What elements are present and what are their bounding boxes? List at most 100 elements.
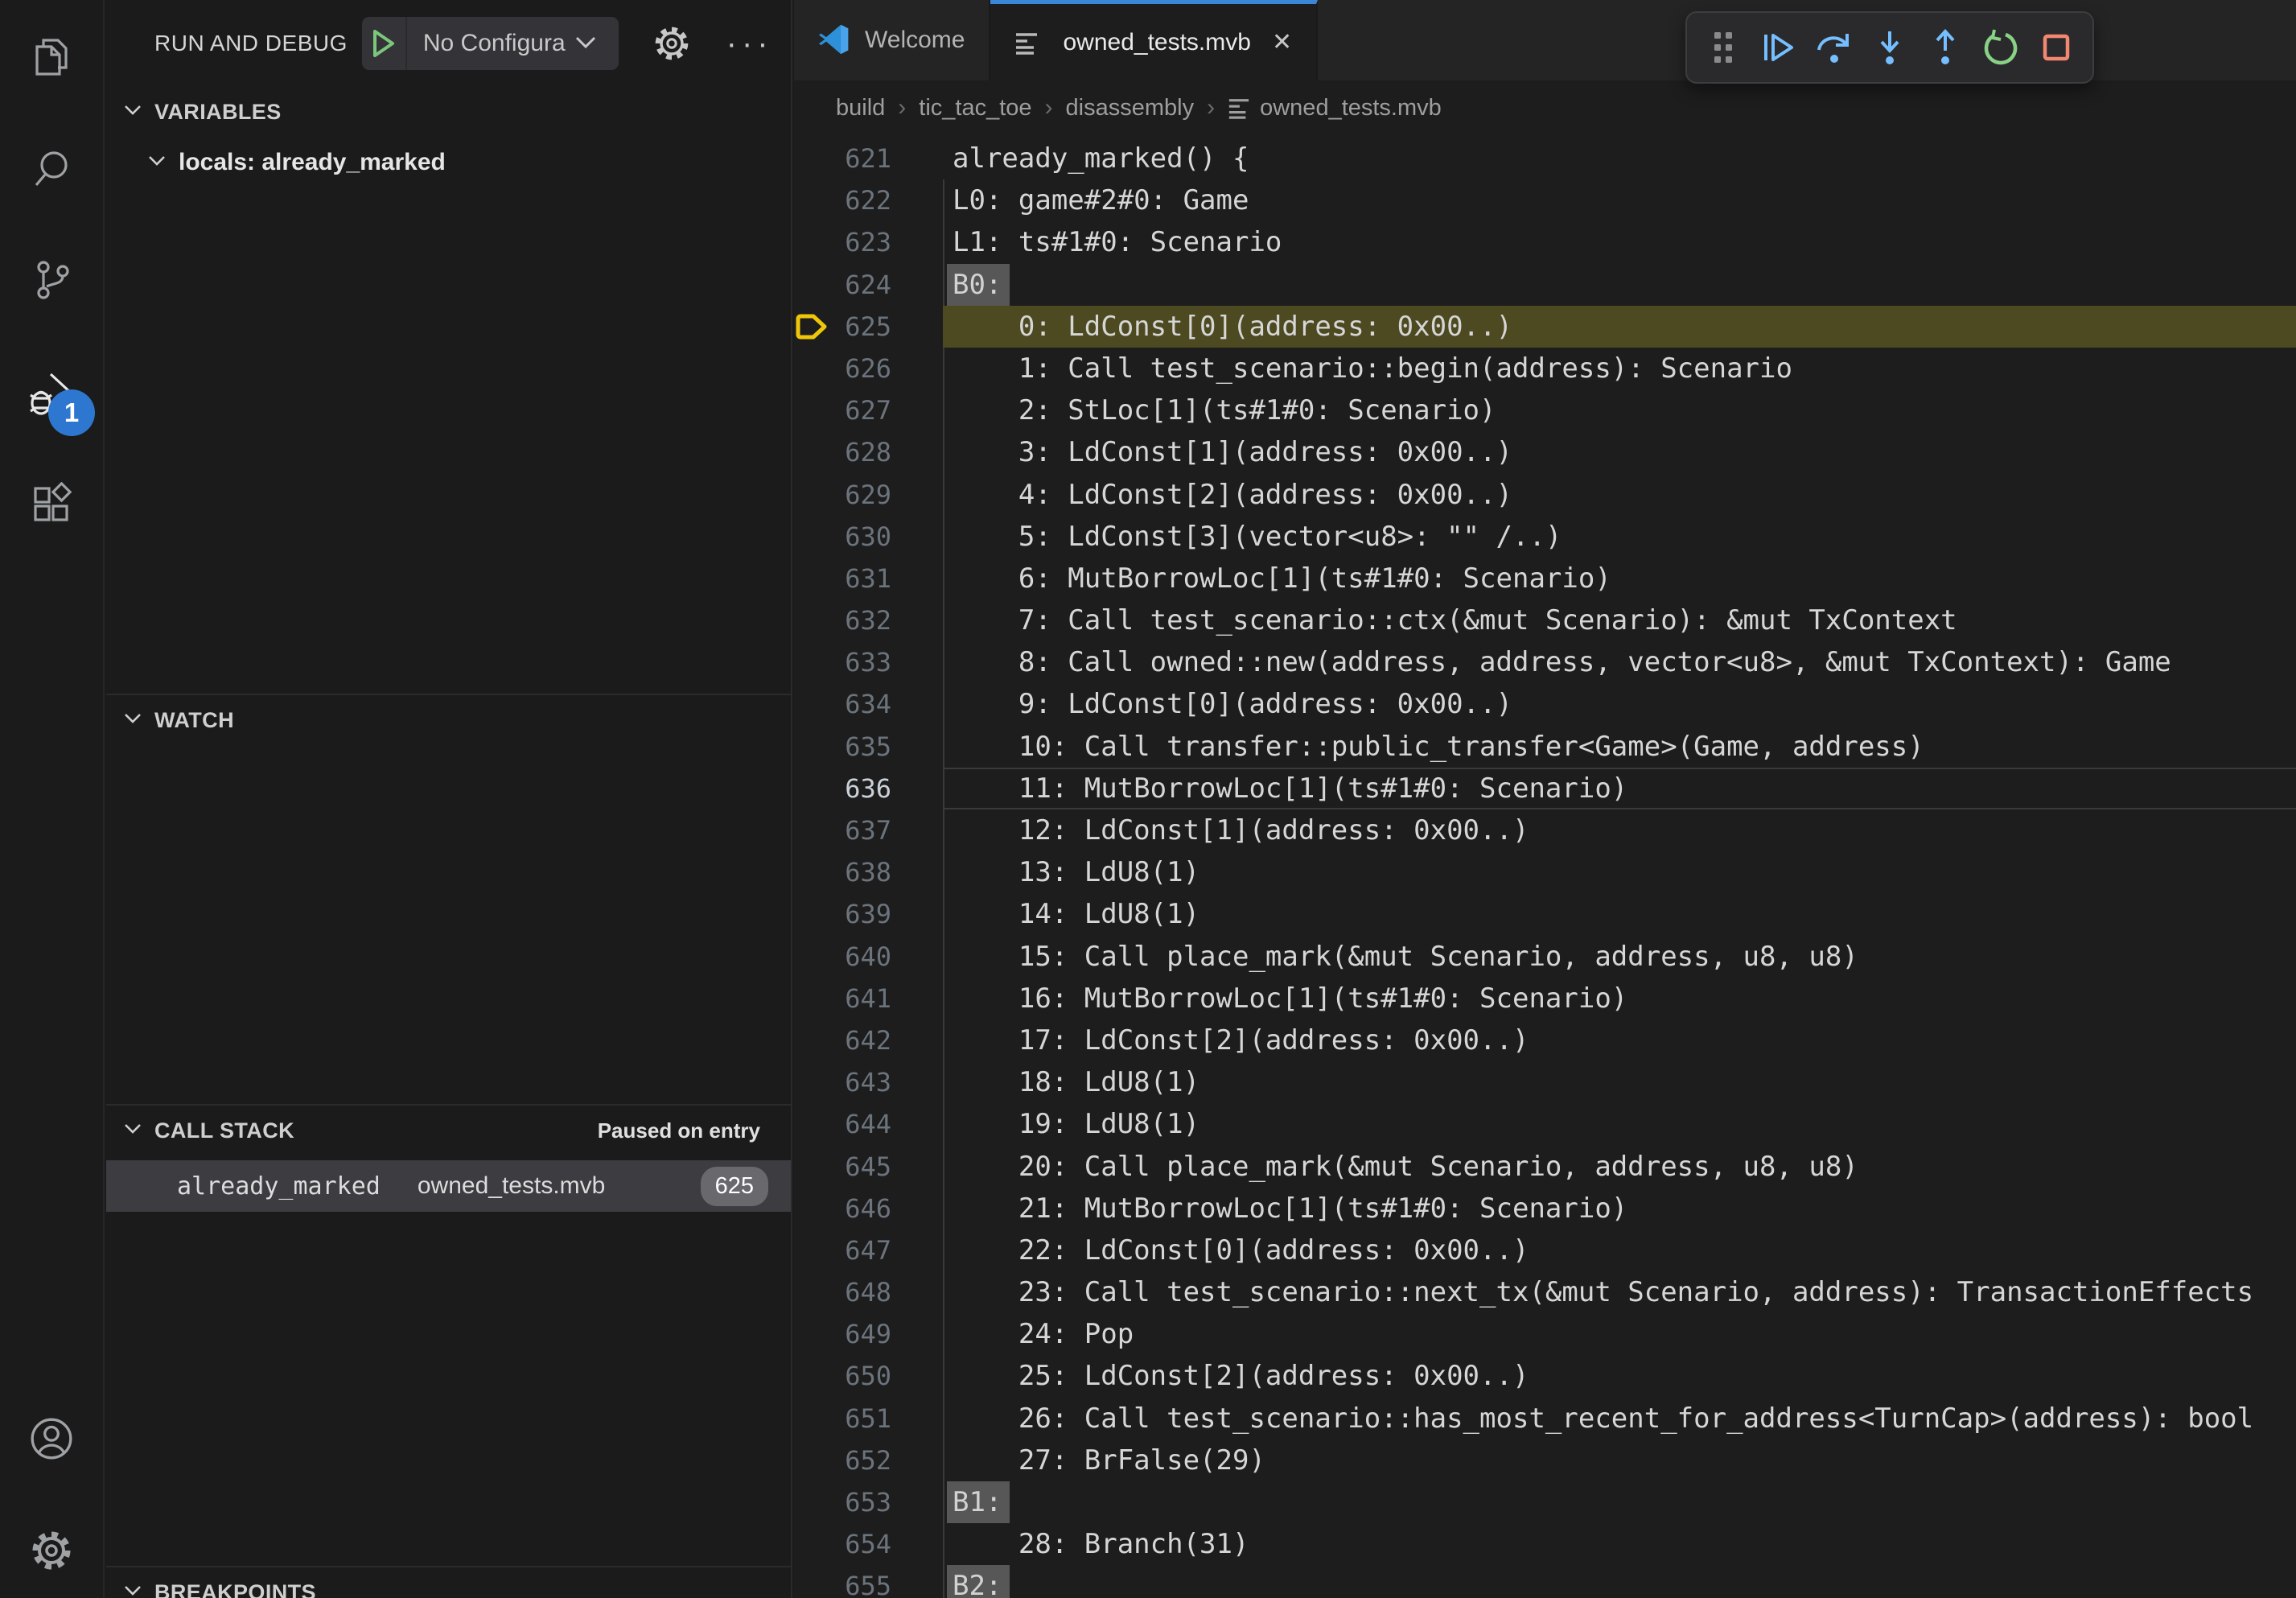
line-number-gutter[interactable]: 633 <box>794 641 943 683</box>
start-debug-icon[interactable] <box>362 17 407 70</box>
call-stack-frame[interactable]: already_marked owned_tests.mvb 625 <box>106 1160 791 1212</box>
line-number-gutter[interactable]: 632 <box>794 599 943 641</box>
debug-settings-gear-icon[interactable] <box>651 23 693 64</box>
step-out-icon[interactable] <box>1925 27 1965 68</box>
line-text[interactable]: 25: LdConst[2](address: 0x00..) <box>943 1355 2296 1397</box>
line-text[interactable]: 20: Call place_mark(&mut Scenario, addre… <box>943 1146 2296 1188</box>
explorer-icon[interactable] <box>0 18 103 95</box>
stop-icon[interactable] <box>2036 27 2076 68</box>
breakpoints-header[interactable]: BREAKPOINTS <box>106 1567 791 1598</box>
line-text[interactable]: 22: LdConst[0](address: 0x00..) <box>943 1229 2296 1271</box>
line-text[interactable]: 19: LdU8(1) <box>943 1103 2296 1145</box>
line-text[interactable]: L1: ts#1#0: Scenario <box>943 221 2296 263</box>
line-number-gutter[interactable]: 653 <box>794 1481 943 1523</box>
line-number-gutter[interactable]: 638 <box>794 851 943 893</box>
line-text[interactable]: 17: LdConst[2](address: 0x00..) <box>943 1019 2296 1061</box>
line-number-gutter[interactable]: 622 <box>794 179 943 221</box>
line-number-gutter[interactable]: 644 <box>794 1103 943 1145</box>
line-text[interactable]: 9: LdConst[0](address: 0x00..) <box>943 683 2296 725</box>
search-icon[interactable] <box>0 130 103 208</box>
line-text[interactable]: 14: LdU8(1) <box>943 893 2296 935</box>
extensions-icon[interactable] <box>0 466 103 543</box>
line-number-gutter[interactable]: 626 <box>794 348 943 389</box>
line-text[interactable]: 4: LdConst[2](address: 0x00..) <box>943 474 2296 516</box>
line-number-gutter[interactable]: 630 <box>794 516 943 558</box>
line-text[interactable]: B0: <box>943 264 2296 306</box>
line-number-gutter[interactable]: 636 <box>794 768 943 809</box>
line-text[interactable]: 1: Call test_scenario::begin(address): S… <box>943 348 2296 389</box>
line-number-gutter[interactable]: 635 <box>794 726 943 768</box>
line-text[interactable]: already_marked() { <box>943 138 2296 179</box>
line-text[interactable]: 6: MutBorrowLoc[1](ts#1#0: Scenario) <box>943 558 2296 599</box>
line-text[interactable]: 0: LdConst[0](address: 0x00..) <box>943 306 2296 348</box>
breadcrumb-item[interactable]: disassembly <box>1066 95 1195 121</box>
line-number-gutter[interactable]: 646 <box>794 1188 943 1229</box>
continue-icon[interactable] <box>1759 27 1799 68</box>
line-text[interactable]: 8: Call owned::new(address, address, vec… <box>943 641 2296 683</box>
run-and-debug-icon[interactable]: 1 <box>0 356 103 433</box>
source-control-icon[interactable] <box>0 241 103 319</box>
line-text[interactable]: B1: <box>943 1481 2296 1523</box>
line-number-gutter[interactable]: 628 <box>794 431 943 473</box>
line-number-gutter[interactable]: 624 <box>794 264 943 306</box>
line-text[interactable]: 12: LdConst[1](address: 0x00..) <box>943 809 2296 851</box>
line-number-gutter[interactable]: 625 <box>794 306 943 348</box>
locals-row[interactable]: locals: already_marked <box>106 137 791 188</box>
line-text[interactable]: 28: Branch(31) <box>943 1523 2296 1565</box>
line-number-gutter[interactable]: 642 <box>794 1019 943 1061</box>
line-number-gutter[interactable]: 648 <box>794 1271 943 1313</box>
drag-grip-icon[interactable] <box>1703 27 1743 68</box>
line-number-gutter[interactable]: 655 <box>794 1565 943 1598</box>
line-number-gutter[interactable]: 652 <box>794 1439 943 1481</box>
line-text[interactable]: 5: LdConst[3](vector<u8>: "" /..) <box>943 516 2296 558</box>
line-number-gutter[interactable]: 649 <box>794 1313 943 1355</box>
line-text[interactable]: L0: game#2#0: Game <box>943 179 2296 221</box>
line-number-gutter[interactable]: 651 <box>794 1398 943 1439</box>
restart-icon[interactable] <box>1981 27 2021 68</box>
line-text[interactable]: 3: LdConst[1](address: 0x00..) <box>943 431 2296 473</box>
settings-gear-icon[interactable] <box>0 1512 103 1589</box>
line-text[interactable]: 16: MutBorrowLoc[1](ts#1#0: Scenario) <box>943 978 2296 1019</box>
line-text[interactable]: 13: LdU8(1) <box>943 851 2296 893</box>
line-number-gutter[interactable]: 639 <box>794 893 943 935</box>
line-number-gutter[interactable]: 621 <box>794 138 943 179</box>
watch-header[interactable]: WATCH <box>106 695 791 745</box>
launch-config-dropdown[interactable]: No Configura <box>362 17 619 70</box>
line-number-gutter[interactable]: 645 <box>794 1146 943 1188</box>
step-into-icon[interactable] <box>1870 27 1910 68</box>
line-text[interactable]: 18: LdU8(1) <box>943 1061 2296 1103</box>
breadcrumb-item[interactable]: tic_tac_toe <box>919 95 1031 121</box>
line-number-gutter[interactable]: 647 <box>794 1229 943 1271</box>
tab-welcome[interactable]: Welcome <box>794 0 990 80</box>
line-number-gutter[interactable]: 629 <box>794 474 943 516</box>
line-number-gutter[interactable]: 641 <box>794 978 943 1019</box>
line-number-gutter[interactable]: 634 <box>794 683 943 725</box>
line-text[interactable]: B2: <box>943 1565 2296 1598</box>
call-stack-header[interactable]: CALL STACK Paused on entry <box>106 1106 791 1155</box>
line-text[interactable]: 21: MutBorrowLoc[1](ts#1#0: Scenario) <box>943 1188 2296 1229</box>
line-number-gutter[interactable]: 623 <box>794 221 943 263</box>
line-number-gutter[interactable]: 627 <box>794 389 943 431</box>
line-text[interactable]: 26: Call test_scenario::has_most_recent_… <box>943 1398 2296 1439</box>
line-number-gutter[interactable]: 650 <box>794 1355 943 1397</box>
tab-owned-tests[interactable]: owned_tests.mvb ✕ <box>990 0 1318 80</box>
step-over-icon[interactable] <box>1814 27 1854 68</box>
line-number-gutter[interactable]: 640 <box>794 936 943 978</box>
line-text[interactable]: 27: BrFalse(29) <box>943 1439 2296 1481</box>
close-icon[interactable]: ✕ <box>1272 28 1292 56</box>
breadcrumb-item[interactable]: build <box>836 95 885 121</box>
line-text[interactable]: 11: MutBorrowLoc[1](ts#1#0: Scenario) <box>943 768 2296 809</box>
line-number-gutter[interactable]: 654 <box>794 1523 943 1565</box>
line-text[interactable]: 7: Call test_scenario::ctx(&mut Scenario… <box>943 599 2296 641</box>
line-text[interactable]: 10: Call transfer::public_transfer<Game>… <box>943 726 2296 768</box>
line-text[interactable]: 24: Pop <box>943 1313 2296 1355</box>
breadcrumb-item[interactable]: owned_tests.mvb <box>1260 95 1442 121</box>
account-icon[interactable] <box>0 1400 103 1477</box>
more-actions-icon[interactable]: ··· <box>726 26 773 62</box>
line-number-gutter[interactable]: 643 <box>794 1061 943 1103</box>
line-number-gutter[interactable]: 637 <box>794 809 943 851</box>
variables-header[interactable]: VARIABLES <box>106 87 791 137</box>
line-text[interactable]: 2: StLoc[1](ts#1#0: Scenario) <box>943 389 2296 431</box>
line-text[interactable]: 15: Call place_mark(&mut Scenario, addre… <box>943 936 2296 978</box>
line-number-gutter[interactable]: 631 <box>794 558 943 599</box>
